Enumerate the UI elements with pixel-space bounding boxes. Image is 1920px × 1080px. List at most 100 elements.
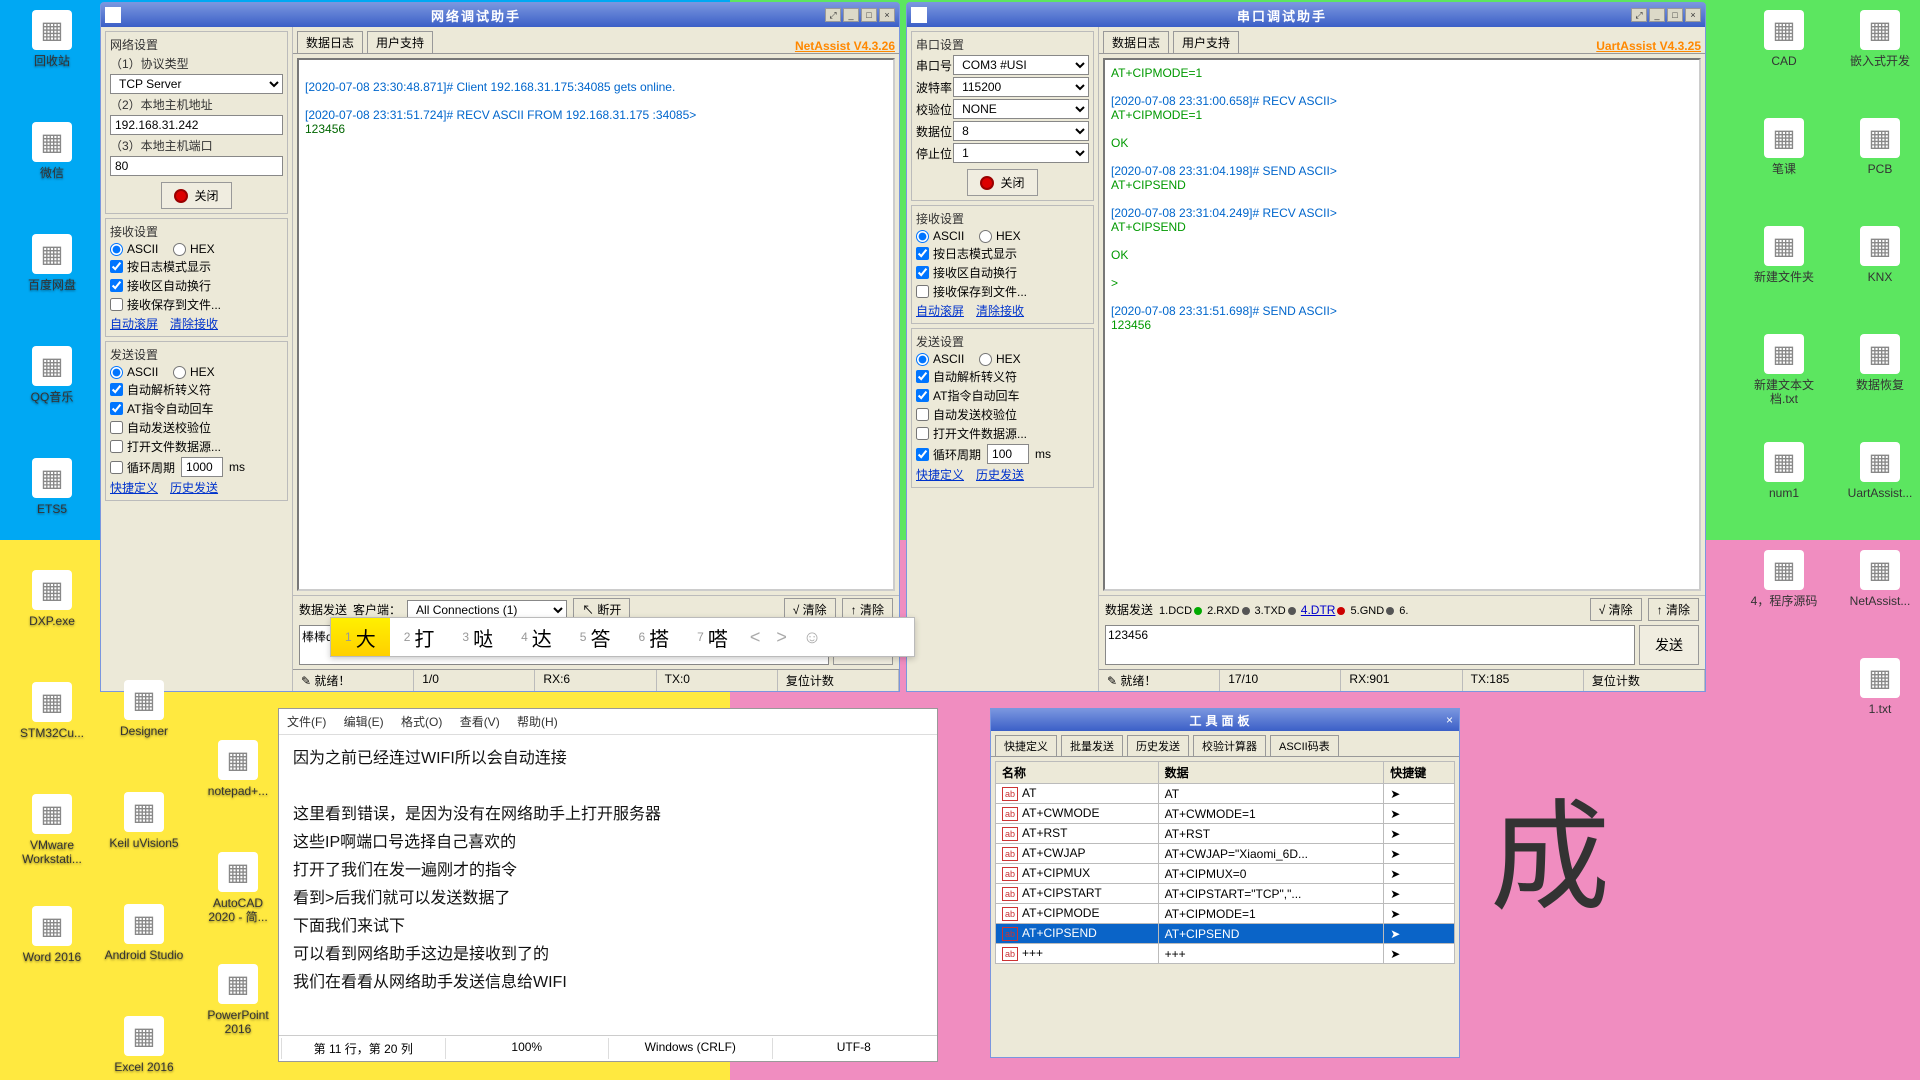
desktop-icon[interactable]: ▦UartAssist...: [1840, 442, 1920, 502]
close-button[interactable]: ×: [879, 8, 895, 22]
desktop-icon[interactable]: ▦num1: [1744, 442, 1824, 502]
table-row[interactable]: abATAT➤: [996, 784, 1455, 804]
desktop-icon[interactable]: ▦新建文件夹: [1744, 226, 1824, 286]
net-titlebar[interactable]: 网络调试助手 ⤢ _ □ ×: [101, 3, 899, 27]
send-arrow[interactable]: ➤: [1384, 804, 1455, 824]
table-row[interactable]: abAT+RSTAT+RST➤: [996, 824, 1455, 844]
table-row[interactable]: abAT+CIPMUXAT+CIPMUX=0➤: [996, 864, 1455, 884]
desktop-icon[interactable]: ▦Word 2016: [12, 906, 92, 966]
table-row[interactable]: abAT+CIPMODEAT+CIPMODE=1➤: [996, 904, 1455, 924]
table-row[interactable]: abAT+CIPSENDAT+CIPSEND➤: [996, 924, 1455, 944]
tab-support[interactable]: 用户支持: [1173, 31, 1239, 53]
hex-radio[interactable]: [979, 230, 992, 243]
desktop-icon[interactable]: ▦DXP.exe: [12, 570, 92, 630]
menu-edit[interactable]: 编辑(E): [344, 715, 384, 729]
quickdef-link[interactable]: 快捷定义: [110, 481, 158, 495]
clear-button2[interactable]: ↑ 清除: [1648, 598, 1699, 621]
minimize-button[interactable]: _: [1649, 8, 1665, 22]
savefile-check[interactable]: [110, 298, 123, 311]
send-arrow[interactable]: ➤: [1384, 944, 1455, 964]
at-cr-check[interactable]: [916, 389, 929, 402]
proto-select[interactable]: TCP Server: [110, 74, 283, 94]
desktop-icon[interactable]: ▦CAD: [1744, 10, 1824, 70]
desktop-icon[interactable]: ▦嵌入式开发: [1840, 10, 1920, 70]
escape-check[interactable]: [916, 370, 929, 383]
ime-candidate[interactable]: 6搭: [624, 618, 683, 656]
net-close-button[interactable]: 关闭: [161, 182, 231, 209]
ime-candidate[interactable]: 1大: [331, 618, 390, 656]
ascii-radio[interactable]: [916, 230, 929, 243]
desktop-icon[interactable]: ▦PCB: [1840, 118, 1920, 178]
data-select[interactable]: 8: [953, 121, 1089, 141]
stop-select[interactable]: 1: [953, 143, 1089, 163]
histsend-link[interactable]: 历史发送: [976, 468, 1024, 482]
toolpanel-tab[interactable]: 历史发送: [1127, 735, 1189, 756]
table-row[interactable]: ab++++++➤: [996, 944, 1455, 964]
uart-send-textarea[interactable]: 123456: [1105, 625, 1635, 665]
close-button[interactable]: ×: [1685, 8, 1701, 22]
baud-select[interactable]: 115200: [953, 77, 1089, 97]
maximize-button[interactable]: □: [861, 8, 877, 22]
menu-view[interactable]: 查看(V): [460, 715, 500, 729]
notepad-content[interactable]: 因为之前已经连过WIFI所以会自动连接 这里看到错误，是因为没有在网络助手上打开…: [279, 735, 937, 1035]
at-cr-check[interactable]: [110, 402, 123, 415]
menu-format[interactable]: 格式(O): [401, 715, 442, 729]
desktop-icon[interactable]: ▦数据恢复: [1840, 334, 1920, 394]
desktop-icon[interactable]: ▦notepad+...: [198, 740, 278, 800]
table-row[interactable]: abAT+CWMODEAT+CWMODE=1➤: [996, 804, 1455, 824]
desktop-icon[interactable]: ▦AutoCAD 2020 - 简...: [198, 852, 278, 927]
desktop-icon[interactable]: ▦4，程序源码: [1744, 550, 1824, 610]
ime-emoji[interactable]: ☺: [795, 627, 829, 648]
ime-next[interactable]: >: [768, 627, 795, 648]
autoscroll-link[interactable]: 自动滚屏: [110, 317, 158, 331]
loop-ms[interactable]: [181, 457, 223, 477]
ime-prev[interactable]: <: [742, 627, 769, 648]
toolpanel-close[interactable]: ×: [1446, 713, 1453, 727]
uart-brand[interactable]: UartAssist V4.3.25: [1596, 39, 1701, 53]
desktop-icon[interactable]: ▦笔课: [1744, 118, 1824, 178]
send-arrow[interactable]: ➤: [1384, 904, 1455, 924]
send-arrow[interactable]: ➤: [1384, 784, 1455, 804]
desktop-icon[interactable]: ▦KNX: [1840, 226, 1920, 286]
loop-check[interactable]: [916, 448, 929, 461]
tab-datalog[interactable]: 数据日志: [1103, 31, 1169, 53]
hex-radio[interactable]: [173, 243, 186, 256]
autoscroll-link[interactable]: 自动滚屏: [916, 304, 964, 318]
table-row[interactable]: abAT+CIPSTARTAT+CIPSTART="TCP","...➤: [996, 884, 1455, 904]
desktop-icon[interactable]: ▦Android Studio: [104, 904, 184, 964]
desktop-icon[interactable]: ▦回收站: [12, 10, 92, 70]
desktop-icon[interactable]: ▦ETS5: [12, 458, 92, 518]
menu-help[interactable]: 帮助(H): [517, 715, 558, 729]
ascii-radio[interactable]: [110, 243, 123, 256]
status-reset[interactable]: 复位计数: [1584, 670, 1705, 691]
send-arrow[interactable]: ➤: [1384, 824, 1455, 844]
net-log-area[interactable]: [2020-07-08 23:30:48.871]# Client 192.16…: [297, 58, 895, 591]
desktop-icon[interactable]: ▦Designer: [104, 680, 184, 740]
desktop-icon[interactable]: ▦PowerPoint 2016: [198, 964, 278, 1039]
ime-candidate[interactable]: 4达: [507, 618, 566, 656]
openfile-check[interactable]: [916, 285, 929, 298]
desktop-icon[interactable]: ▦Excel 2016: [104, 1016, 184, 1076]
toolpanel-tab[interactable]: ASCII码表: [1270, 735, 1339, 756]
desktop-icon[interactable]: ▦QQ音乐: [12, 346, 92, 406]
table-row[interactable]: abAT+CWJAPAT+CWJAP="Xiaomi_6D...➤: [996, 844, 1455, 864]
openfile-check[interactable]: [110, 440, 123, 453]
send-hex-radio[interactable]: [979, 353, 992, 366]
send-ascii-radio[interactable]: [110, 366, 123, 379]
desktop-icon[interactable]: ▦微信: [12, 122, 92, 182]
ime-candidate[interactable]: 7嗒: [683, 618, 742, 656]
ime-candidate[interactable]: 5答: [566, 618, 625, 656]
tab-datalog[interactable]: 数据日志: [297, 31, 363, 53]
ime-candidate[interactable]: 2打: [390, 618, 449, 656]
desktop-icon[interactable]: ▦VMware Workstati...: [12, 794, 92, 869]
desktop-icon[interactable]: ▦百度网盘: [12, 234, 92, 294]
toolpanel-tab[interactable]: 校验计算器: [1193, 735, 1266, 756]
autowrap-check[interactable]: [110, 279, 123, 292]
net-brand[interactable]: NetAssist V4.3.26: [795, 39, 895, 53]
clear-recv-link[interactable]: 清除接收: [976, 304, 1024, 318]
desktop-icon[interactable]: ▦NetAssist...: [1840, 550, 1920, 610]
clear-button[interactable]: √ 清除: [1590, 598, 1642, 621]
tab-support[interactable]: 用户支持: [367, 31, 433, 53]
checksum-check[interactable]: [916, 408, 929, 421]
send-ascii-radio[interactable]: [916, 353, 929, 366]
